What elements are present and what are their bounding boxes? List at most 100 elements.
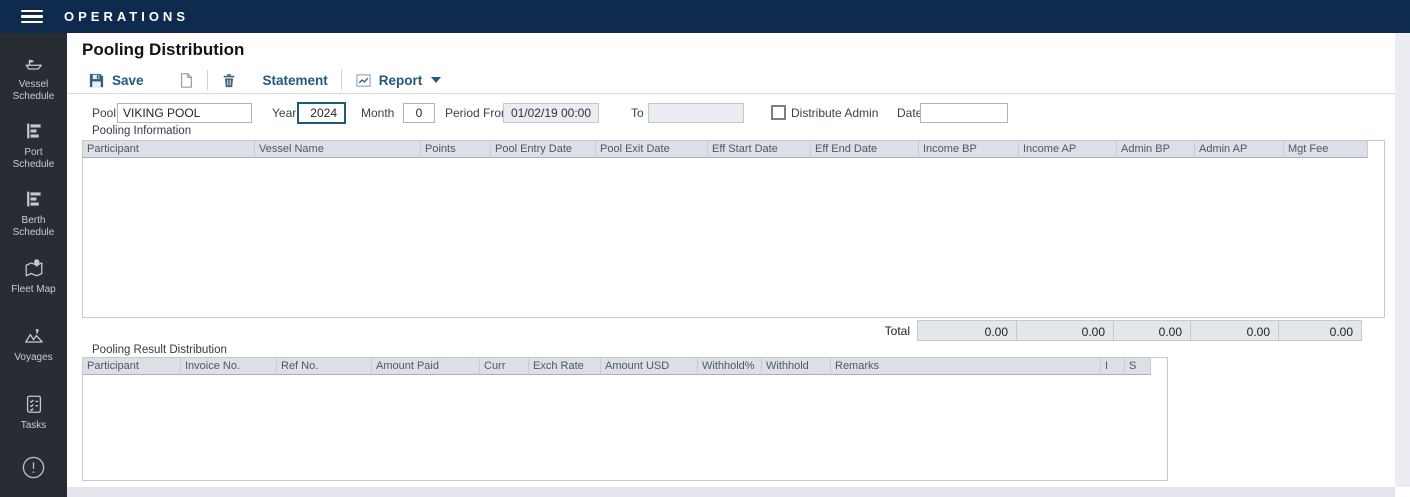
distribute-admin-label: Distribute Admin [791,106,878,120]
total-admin-bp: 0.00 [1113,320,1191,341]
sidebar-item-label: Port Schedule [3,147,65,170]
column-header: Participant [83,141,255,158]
date-input[interactable] [920,103,1008,123]
total-admin-ap: 0.00 [1190,320,1279,341]
period-to-input[interactable] [648,103,744,123]
sidebar-item-voyages[interactable]: Voyages [0,318,67,386]
total-income-bp: 0.00 [917,320,1017,341]
horizontal-scrollbar[interactable] [67,487,1395,497]
column-header: Pool Entry Date [491,141,596,158]
distribute-admin-checkbox[interactable] [771,105,786,120]
column-header: Eff Start Date [708,141,811,158]
pooling-result-body[interactable] [83,375,1167,480]
period-to-label: To [631,106,644,120]
column-header: Pool Exit Date [596,141,708,158]
toolbar-divider [67,93,1395,94]
gantt-icon [23,120,45,142]
column-header: I [1101,358,1125,375]
column-header: Points [421,141,491,158]
checklist-icon [23,393,45,415]
pool-form: Pool Year Month Period From To Distribut… [67,102,1395,126]
pooling-information-grid: Participant Vessel Name Points Pool Entr… [82,140,1385,318]
pool-input[interactable] [117,103,252,123]
year-label: Year [272,106,296,120]
report-chart-icon [355,72,372,89]
sidebar-item-alerts[interactable] [0,448,67,497]
totals-row: Total 0.00 0.00 0.00 0.00 0.00 [82,320,1385,341]
period-from-label: Period From [445,106,511,120]
toolbar-separator [341,70,342,90]
column-header: Admin BP [1117,141,1195,158]
column-header: Withhold [762,358,831,375]
statement-button[interactable]: Statement [263,73,328,88]
gantt-icon [23,188,45,210]
main-content: Pooling Distribution Save [67,33,1395,487]
vertical-scrollbar[interactable] [1395,33,1410,487]
sidebar-item-label: Voyages [3,352,65,364]
alert-circle-icon [21,455,46,480]
pooling-result-distribution-grid: Participant Invoice No. Ref No. Amount P… [82,357,1168,481]
report-button-label: Report [379,73,423,88]
year-input[interactable] [297,102,346,124]
chevron-down-icon [431,77,441,83]
sidebar-item-port-schedule[interactable]: Port Schedule [0,113,67,181]
map-pin-icon [23,257,45,279]
column-header: Participant [83,358,181,375]
total-label: Total [82,320,918,341]
app-title: OPERATIONS [64,9,189,24]
column-header: Amount USD [601,358,698,375]
ship-icon [23,52,45,74]
sidebar-item-label: Tasks [3,420,65,432]
pooling-result-distribution-caption: Pooling Result Distribution [92,344,227,356]
pooling-information-body[interactable] [83,158,1384,317]
pooling-result-header-row: Participant Invoice No. Ref No. Amount P… [83,358,1167,375]
mountains-route-icon [23,325,45,347]
column-header: Exch Rate [529,358,601,375]
column-header: Income BP [919,141,1019,158]
sidebar-item-fleet-map[interactable]: Fleet Map [0,250,67,318]
header-spacer [1151,358,1167,375]
sidebar-item-tasks[interactable]: Tasks [0,386,67,454]
column-header: Income AP [1019,141,1117,158]
column-header: Curr [480,358,529,375]
header-spacer [1368,141,1384,158]
save-button-label: Save [112,73,144,88]
hamburger-menu-icon[interactable] [21,7,43,27]
toolbar: Save Statement [82,67,441,93]
column-header: Remarks [831,358,1101,375]
column-header: Mgt Fee [1284,141,1368,158]
pool-label: Pool [92,106,116,120]
sidebar-item-label: Fleet Map [3,284,65,296]
new-record-button[interactable] [178,72,194,89]
pooling-information-header-row: Participant Vessel Name Points Pool Entr… [83,141,1384,158]
sidebar-nav: Vessel Schedule Port Schedule Berth Sche… [0,33,67,497]
column-header: Ref No. [277,358,372,375]
top-bar: OPERATIONS [0,0,1410,33]
report-dropdown-button[interactable]: Report [355,72,442,89]
date-label: Date [897,106,922,120]
month-label: Month [361,106,394,120]
total-income-ap: 0.00 [1016,320,1114,341]
month-input[interactable] [403,103,435,123]
column-header: Invoice No. [181,358,277,375]
new-document-icon [178,72,194,89]
page-title: Pooling Distribution [82,40,244,60]
column-header: Admin AP [1195,141,1284,158]
pooling-information-caption: Pooling Information [92,125,191,137]
floppy-disk-icon [88,72,105,89]
delete-button[interactable] [221,72,237,89]
sidebar-item-berth-schedule[interactable]: Berth Schedule [0,181,67,249]
trash-icon [221,72,237,89]
sidebar-item-label: Berth Schedule [3,215,65,238]
sidebar-item-label: Vessel Schedule [3,79,65,102]
column-header: Eff End Date [811,141,919,158]
total-mgt-fee: 0.00 [1278,320,1362,341]
app-root: OPERATIONS Vessel Schedule Port Schedule… [0,0,1410,497]
period-from-input[interactable] [503,103,599,123]
save-button[interactable]: Save [88,72,144,89]
toolbar-separator [207,70,208,90]
sidebar-item-vessel-schedule[interactable]: Vessel Schedule [0,45,67,113]
statement-button-label: Statement [263,73,328,88]
column-header: S [1125,358,1151,375]
column-header: Withhold% [698,358,762,375]
